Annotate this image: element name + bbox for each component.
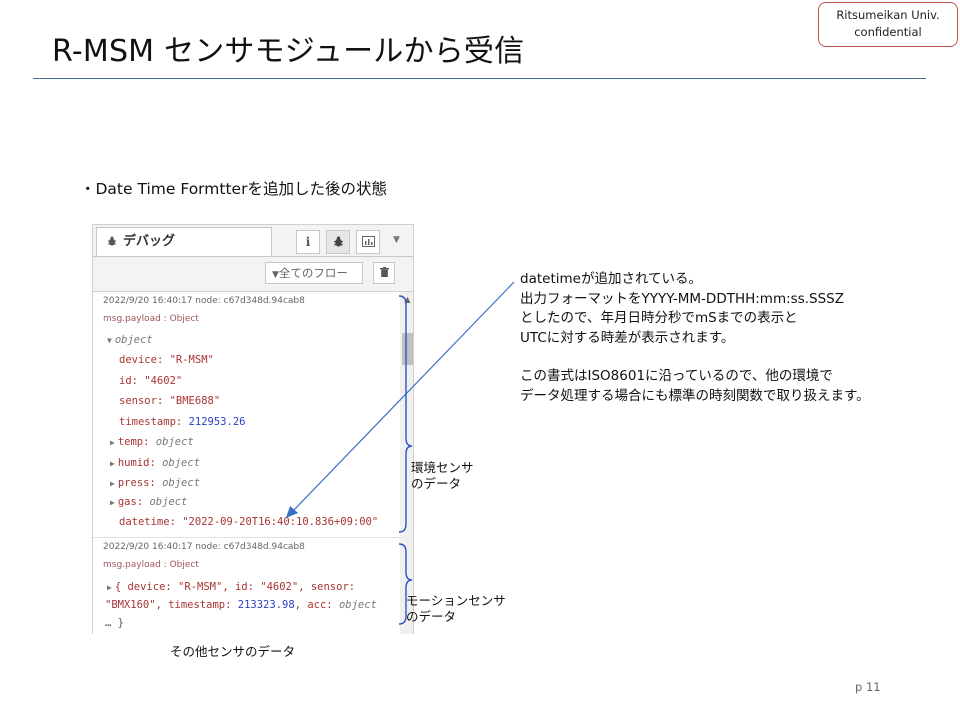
callout-arrow <box>291 281 515 513</box>
motion-label-line-1: モーションセンサ <box>406 593 506 608</box>
env-label-line-1: 環境センサ <box>411 460 474 475</box>
note-line: データ処理する場合にも標準の時刻関数で取り扱えます。 <box>520 387 870 404</box>
motion-sensor-label: モーションセンサ のデータ <box>406 593 506 625</box>
explanation-note: datetimeが追加されている。 出力フォーマットをYYYY-MM-DDTHH… <box>520 270 870 406</box>
note-line: UTCに対する時差が表示されます。 <box>520 329 735 346</box>
env-bracket <box>398 295 413 533</box>
motion-label-line-2: のデータ <box>406 609 457 624</box>
note-line: datetimeが追加されている。 <box>520 271 703 287</box>
note-line: 出力フォーマットをYYYY-MM-DDTHH:mm:ss.SSSZ <box>520 290 844 307</box>
note-line: としたので、年月日時分秒でmSまでの表示と <box>520 310 798 326</box>
other-sensor-label: その他センサのデータ <box>170 644 296 659</box>
note-line: この書式はISO8601に沿っているので、他の環境で <box>520 368 833 384</box>
env-sensor-label: 環境センサ のデータ <box>411 460 474 492</box>
page-number: p 11 <box>855 680 881 694</box>
env-label-line-2: のデータ <box>411 476 462 491</box>
